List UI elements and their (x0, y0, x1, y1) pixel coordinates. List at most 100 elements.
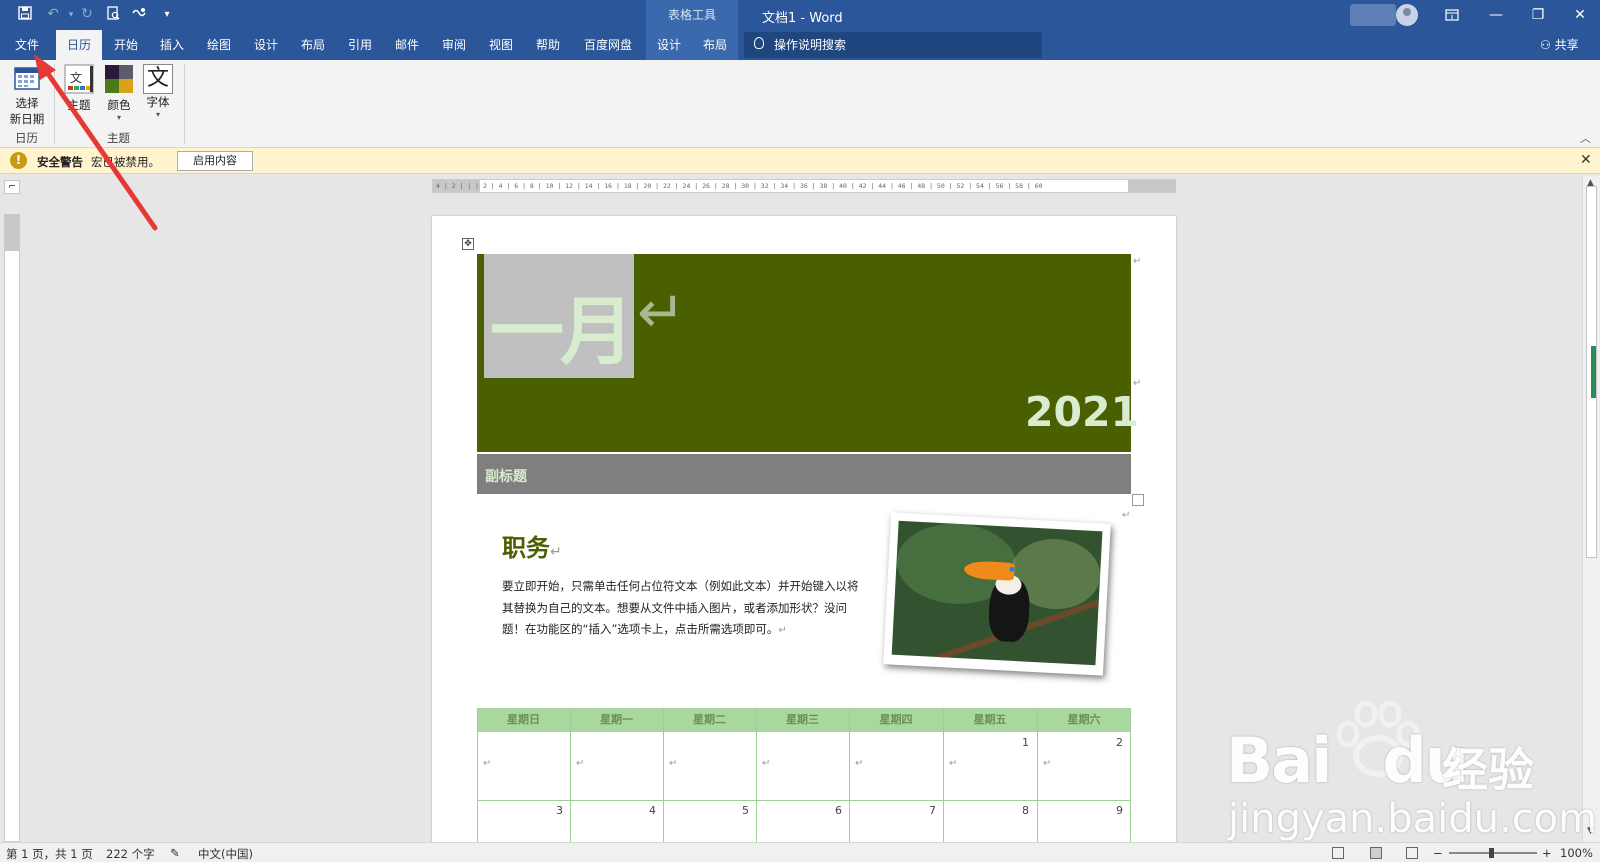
tab-baidu-netdisk[interactable]: 百度网盘 (576, 30, 640, 60)
close-icon[interactable]: ✕ (1558, 0, 1600, 30)
tab-design[interactable]: 设计 (246, 30, 286, 60)
minimize-icon[interactable]: — (1474, 0, 1518, 30)
table-move-handle[interactable]: ✥ (462, 238, 474, 250)
tab-table-layout[interactable]: 布局 (692, 30, 738, 60)
calendar-date[interactable]: 8 (943, 804, 1029, 817)
restore-icon[interactable]: ❐ (1516, 0, 1560, 30)
calendar-icon (14, 67, 40, 90)
vertical-ruler[interactable] (4, 214, 20, 842)
calendar-day-header: 星期五 (973, 713, 1007, 726)
account-name[interactable] (1350, 4, 1396, 26)
web-layout-icon[interactable] (1406, 847, 1418, 859)
calendar-date[interactable]: 2 (1037, 736, 1123, 749)
zoom-level[interactable]: 100% (1560, 846, 1593, 860)
ribbon-display-options-icon[interactable] (1430, 0, 1474, 30)
calendar-date[interactable]: 7 (849, 804, 936, 817)
select-date-line2: 新日期 (9, 112, 45, 126)
paragraph-mark: ↵ (1133, 256, 1142, 267)
paragraph-mark: ↵ (855, 758, 864, 769)
tab-insert[interactable]: 插入 (152, 30, 192, 60)
tab-view[interactable]: 视图 (481, 30, 521, 60)
calendar-day-header: 星期六 (1067, 713, 1101, 726)
print-layout-icon[interactable] (1370, 847, 1382, 859)
save-icon[interactable] (16, 6, 34, 24)
share-button[interactable]: ⚇ 共享 (1540, 30, 1579, 60)
year-title[interactable]: 2021 (1025, 388, 1139, 436)
vertical-scrollbar[interactable]: ▲ ▼ (1582, 176, 1600, 842)
role-heading[interactable]: 职务↵ (502, 528, 562, 563)
ribbon-tabs: 文件 日历 开始 插入 绘图 设计 布局 引用 邮件 审阅 视图 帮助 百度网盘… (0, 30, 1600, 60)
scroll-position-marker (1591, 346, 1596, 398)
document-title: 文档1 - Word (762, 11, 843, 26)
status-bar: 第 1 页，共 1 页 222 个字 ✎ 中文(中国) − + 100% (0, 842, 1600, 862)
svg-text:文: 文 (70, 70, 82, 85)
select-new-date-button[interactable]: 选择 新日期 (8, 64, 46, 127)
touch-mode-icon[interactable] (130, 6, 148, 24)
calendar-day-header: 星期日 (507, 713, 540, 726)
tab-selector[interactable]: ⌐ (4, 180, 20, 194)
undo-icon[interactable]: ↶ (44, 6, 62, 22)
zoom-out-icon[interactable]: − (1433, 846, 1443, 860)
tab-home[interactable]: 开始 (106, 30, 146, 60)
colors-button[interactable]: 颜色 ▾ (102, 64, 136, 122)
tell-me-label: 操作说明搜索 (774, 38, 847, 52)
tell-me-search[interactable]: 操作说明搜索 (744, 32, 1042, 58)
watermark-brand-part1: Bai (1226, 724, 1332, 797)
table-resize-handle[interactable] (1132, 494, 1144, 506)
redo-icon[interactable]: ↻ (78, 6, 96, 22)
paragraph-mark: ↵ (949, 758, 958, 769)
calendar-day-header: 星期一 (600, 713, 633, 726)
theme-button[interactable]: 文 主题 ▾ (62, 64, 96, 122)
horizontal-ruler[interactable]: 4 | 2 | | | 2 | 4 | 6 | 8 | 10 | 12 | 14… (432, 179, 1176, 193)
title-bar: ↶ ▾ ↻ ▾ 表格工具 文档1 - Word — ❐ ✕ (0, 0, 1600, 30)
avatar[interactable] (1396, 4, 1418, 26)
customize-quick-access-icon[interactable]: ▾ (158, 9, 176, 20)
collapse-ribbon-icon[interactable]: ︿ (1580, 130, 1591, 146)
tab-review[interactable]: 审阅 (434, 30, 474, 60)
warning-icon: ! (10, 152, 27, 169)
toucan-photo[interactable] (883, 512, 1111, 676)
table-gridline (1037, 708, 1038, 846)
calendar-date[interactable]: 4 (570, 804, 656, 817)
tab-layout[interactable]: 布局 (293, 30, 333, 60)
group-label-calendar: 日历 (15, 131, 38, 145)
enable-content-button[interactable]: 启用内容 (177, 151, 253, 171)
subtitle[interactable]: 副标题 (485, 466, 527, 486)
calendar-date[interactable]: 3 (477, 804, 563, 817)
calendar-date[interactable]: 6 (756, 804, 842, 817)
page-count[interactable]: 第 1 页，共 1 页 (6, 846, 93, 862)
tab-table-design[interactable]: 设计 (646, 30, 692, 60)
fonts-button[interactable]: 文 字体 ▾ (141, 64, 175, 119)
table-gridline (756, 708, 757, 846)
paragraph-mark: ↵ (762, 758, 771, 769)
document-page[interactable]: ✥ 一月 ↵ 2021 ↵ ↵ 副标题 ↵ 职务↵ 要立即开始，只需单击任何占位… (432, 216, 1176, 846)
tab-file[interactable]: 文件 (6, 30, 48, 60)
colors-label: 颜色 (107, 98, 131, 112)
watermark-url: jingyan.baidu.com (1228, 796, 1598, 842)
color-swatch-icon (105, 65, 133, 93)
theme-label: 主题 (67, 98, 91, 112)
proofing-icon[interactable]: ✎ (170, 846, 180, 860)
table-gridline (1130, 708, 1131, 846)
tab-draw[interactable]: 绘图 (199, 30, 239, 60)
tab-references[interactable]: 引用 (340, 30, 380, 60)
body-paragraph[interactable]: 要立即开始，只需单击任何占位符文本（例如此文本）并开始键入以将其替换为自己的文本… (502, 576, 866, 642)
word-count[interactable]: 222 个字 (106, 846, 155, 862)
close-icon[interactable]: ✕ (1580, 152, 1592, 168)
calendar-date[interactable]: 9 (1037, 804, 1123, 817)
tab-mailings[interactable]: 邮件 (387, 30, 427, 60)
language[interactable]: 中文(中国) (198, 846, 253, 862)
calendar-day-header: 星期二 (693, 713, 726, 726)
month-title[interactable]: 一月 (490, 272, 634, 379)
calendar-date[interactable]: 5 (663, 804, 749, 817)
read-mode-icon[interactable] (1332, 847, 1344, 859)
tab-calendar[interactable]: 日历 (56, 30, 102, 60)
zoom-slider-thumb[interactable] (1489, 848, 1494, 858)
ribbon: 选择 新日期 文 主题 ▾ 颜色 ▾ 文 字体 ▾ 日历 主题 ︿ (0, 60, 1600, 148)
table-gridline (477, 800, 1131, 801)
tab-help[interactable]: 帮助 (528, 30, 568, 60)
watermark-brand: Bai du (1226, 724, 1469, 797)
print-preview-icon[interactable] (104, 6, 122, 24)
zoom-in-icon[interactable]: + (1542, 846, 1552, 860)
calendar-date[interactable]: 1 (943, 736, 1029, 749)
